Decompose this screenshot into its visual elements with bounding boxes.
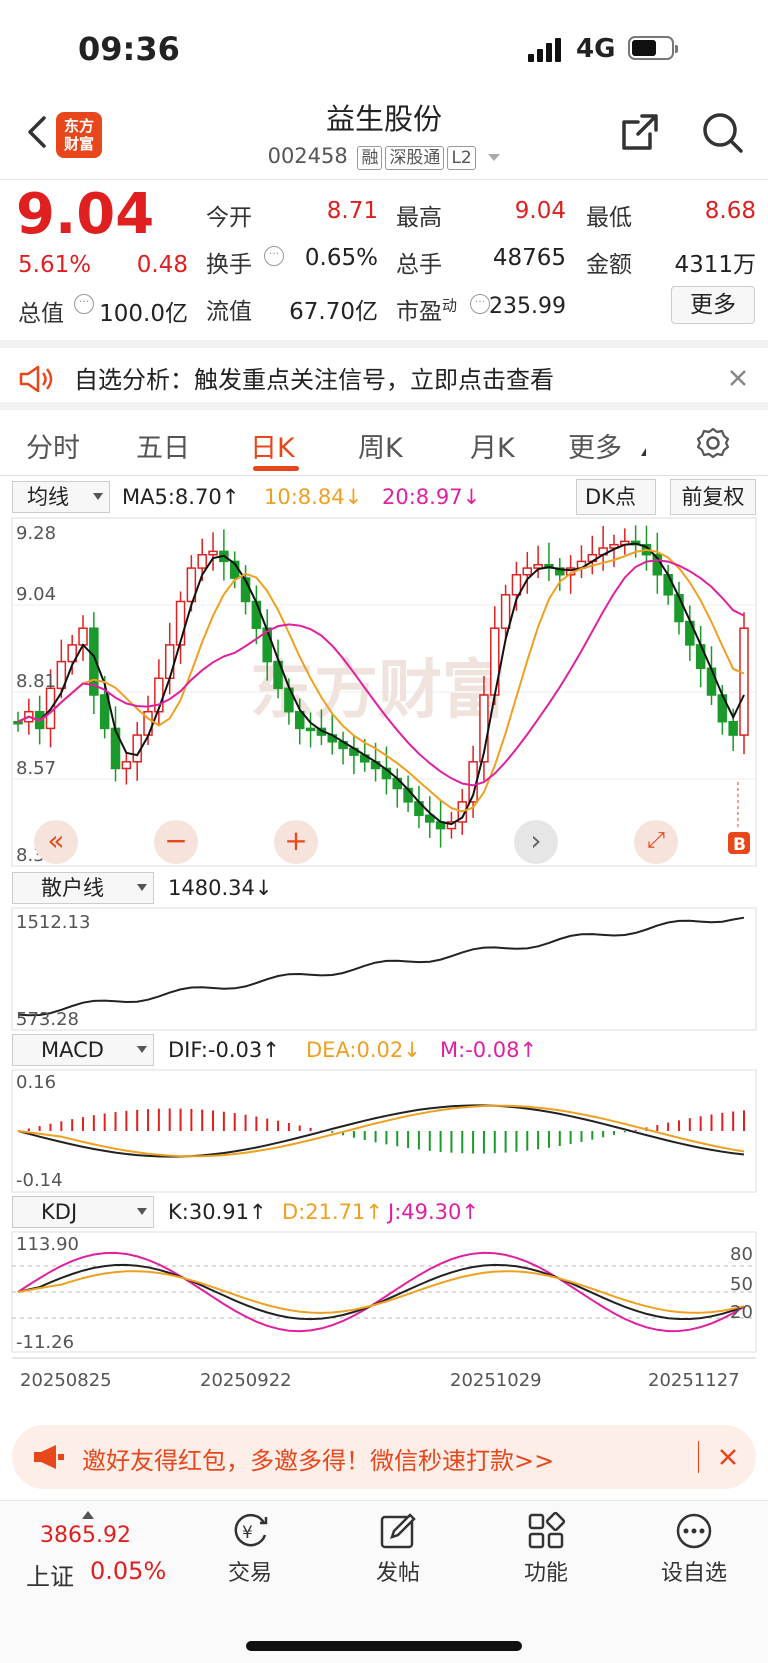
candle-body bbox=[164, 644, 175, 680]
chevron-right-icon[interactable]: › bbox=[514, 820, 558, 864]
zoom-in-icon[interactable]: + bbox=[274, 820, 318, 864]
candle-body bbox=[197, 553, 207, 569]
candle-body bbox=[511, 574, 522, 596]
macd-panel-frame bbox=[11, 1069, 757, 1193]
index-name[interactable]: 上证 bbox=[26, 1557, 74, 1592]
edit-icon bbox=[378, 1511, 418, 1551]
close-icon[interactable] bbox=[716, 1445, 740, 1469]
promo-text: 邀好友得红包，多邀多得！微信秒速打款>> bbox=[82, 1447, 555, 1475]
retail-panel-frame bbox=[11, 907, 757, 1031]
kdj-y-bottom: -11.26 bbox=[16, 1332, 74, 1353]
fullscreen-icon[interactable]: ⤢ bbox=[634, 820, 678, 864]
candle-body bbox=[663, 574, 673, 596]
nav-label: 设自选 bbox=[660, 1561, 727, 1586]
date-label: 20251029 bbox=[450, 1370, 542, 1391]
candle-body bbox=[251, 600, 262, 629]
nav-trade[interactable]: ¥ 交易 bbox=[190, 1511, 310, 1587]
grid-apps-icon bbox=[526, 1511, 566, 1551]
candle-body bbox=[78, 627, 88, 646]
candle-body bbox=[13, 720, 23, 725]
date-label: 20250922 bbox=[200, 1370, 292, 1391]
kdj-level-80: 80 bbox=[730, 1244, 753, 1265]
megaphone-icon bbox=[32, 1443, 66, 1471]
candle-body bbox=[500, 594, 511, 629]
yen-cycle-icon: ¥ bbox=[230, 1511, 270, 1551]
kdj-level-20: 20 bbox=[730, 1302, 753, 1323]
nav-functions[interactable]: 功能 bbox=[486, 1511, 606, 1587]
candle-body bbox=[728, 720, 738, 736]
candle-body bbox=[305, 727, 316, 732]
y-label: 9.04 bbox=[16, 584, 56, 605]
retail-y-top: 1512.13 bbox=[16, 912, 90, 933]
nav-post[interactable]: 发帖 bbox=[338, 1511, 458, 1587]
y-label: 8.57 bbox=[16, 758, 56, 779]
y-label: 8.81 bbox=[16, 671, 56, 692]
date-label: 20250825 bbox=[20, 1370, 112, 1391]
svg-text:¥: ¥ bbox=[242, 1523, 253, 1543]
candle-body bbox=[695, 644, 706, 670]
retail-y-bottom: 573.28 bbox=[16, 1009, 79, 1030]
svg-text:B: B bbox=[733, 835, 746, 855]
candle-body bbox=[522, 567, 533, 576]
kdj-y-top: 113.90 bbox=[16, 1234, 79, 1255]
zoom-out-icon[interactable]: − bbox=[154, 820, 198, 864]
nav-label: 交易 bbox=[227, 1561, 272, 1586]
promo-banner[interactable]: 邀好友得红包，多邀多得！微信秒速打款>> bbox=[12, 1425, 756, 1489]
expand-up-icon[interactable] bbox=[82, 1511, 94, 1519]
nav-add-watchlist[interactable]: 设自选 bbox=[634, 1511, 754, 1587]
macd-y-bottom: -0.14 bbox=[16, 1170, 63, 1191]
kline-chart[interactable]: 东方财富 9.28 9.04 8.81 8.57 8.33 1512.13 57… bbox=[0, 0, 768, 1410]
home-indicator bbox=[246, 1641, 522, 1651]
kdj-level-50: 50 bbox=[730, 1274, 753, 1295]
candle-body bbox=[121, 761, 132, 770]
candle-body bbox=[533, 563, 543, 569]
candle-body bbox=[706, 667, 717, 696]
nav-label: 功能 bbox=[523, 1561, 568, 1586]
y-label: 9.28 bbox=[16, 523, 56, 544]
bottom-nav: 3865.92 上证 0.05% ¥ 交易 发帖 功能 设自选 bbox=[0, 1500, 768, 1663]
scroll-left-icon[interactable]: « bbox=[34, 820, 78, 864]
nav-label: 发帖 bbox=[375, 1561, 420, 1586]
index-change[interactable]: 0.05% bbox=[90, 1557, 166, 1585]
candle-body bbox=[739, 627, 749, 736]
index-value[interactable]: 3865.92 bbox=[40, 1523, 131, 1548]
candle-body bbox=[208, 550, 218, 556]
more-dots-icon bbox=[674, 1511, 714, 1551]
date-label: 20251127 bbox=[648, 1370, 740, 1391]
macd-y-top: 0.16 bbox=[16, 1072, 56, 1093]
retail-line bbox=[17, 916, 745, 1017]
